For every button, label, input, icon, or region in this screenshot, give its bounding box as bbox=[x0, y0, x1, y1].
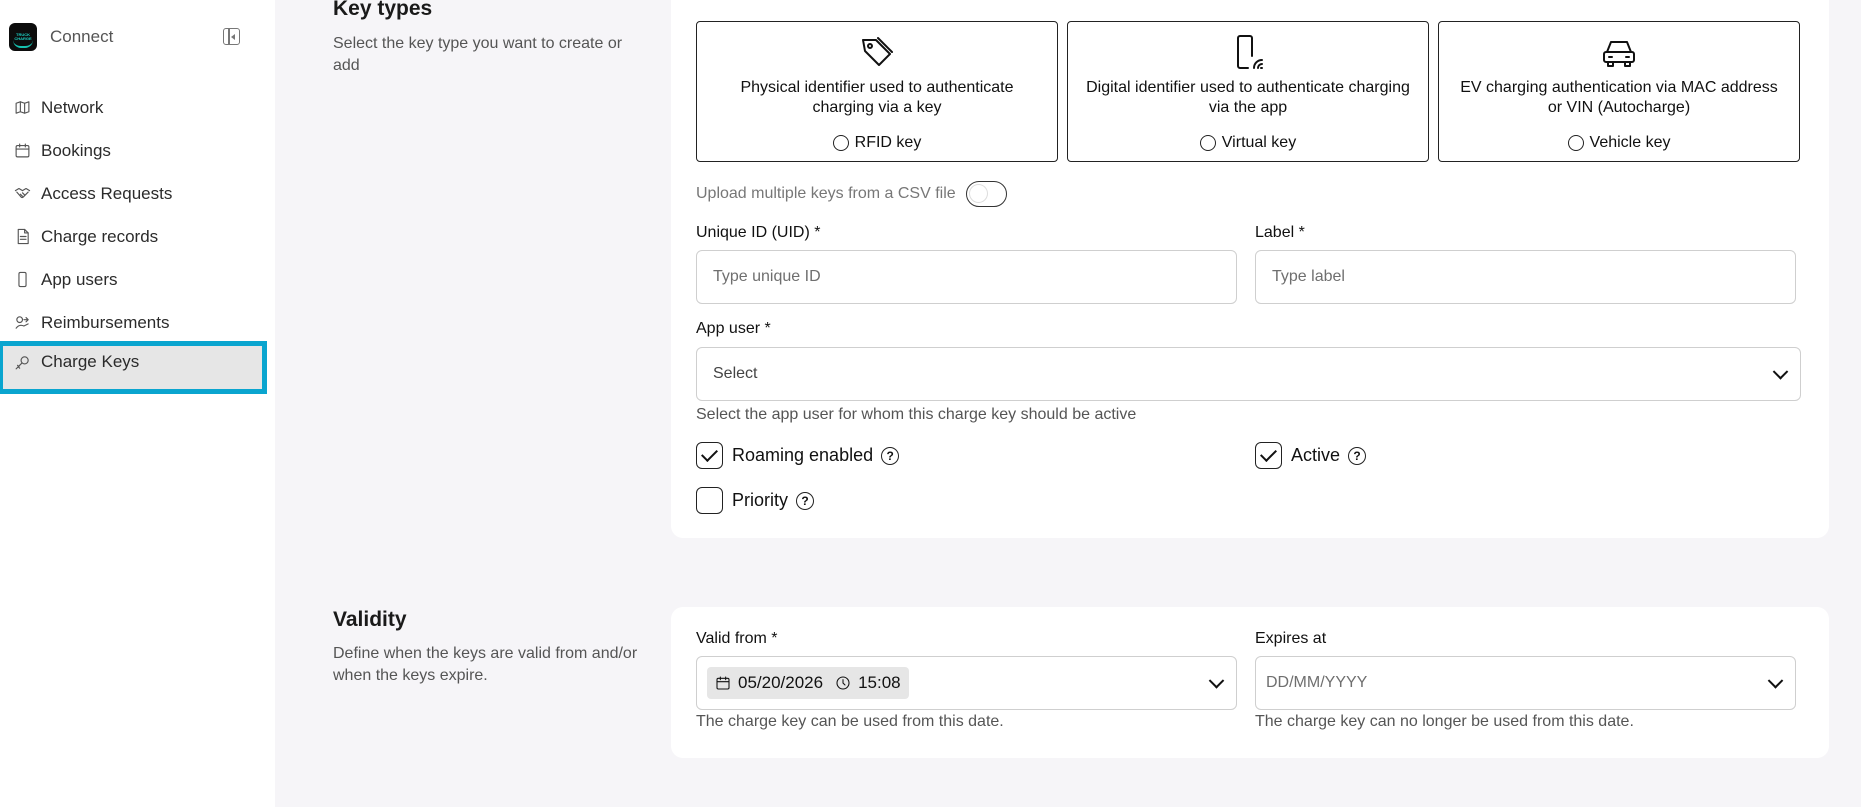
sidebar-nav: Network Bookings Access Requests Charge … bbox=[0, 86, 275, 394]
key-type-description: EV charging authentication via MAC addre… bbox=[1460, 79, 1778, 116]
priority-label: Priority bbox=[732, 490, 789, 510]
key-type-description: Physical identifier used to authenticate… bbox=[740, 79, 1014, 116]
chevron-down-icon bbox=[1772, 364, 1789, 380]
help-icon[interactable]: ? bbox=[1348, 446, 1367, 465]
calendar-icon bbox=[716, 676, 730, 690]
chevron-down-icon bbox=[1208, 673, 1225, 689]
priority-checkbox[interactable] bbox=[696, 487, 723, 514]
expires-picker[interactable]: DD/MM/YYYY bbox=[1255, 656, 1796, 710]
tag-icon bbox=[857, 32, 897, 72]
brand-name: Connect bbox=[50, 27, 114, 46]
roaming-checkbox-row[interactable]: Roaming enabled ? bbox=[696, 442, 900, 469]
app-user-value: Select bbox=[713, 365, 758, 382]
radio-circle[interactable] bbox=[832, 135, 849, 151]
sidebar-item-bookings[interactable]: Bookings bbox=[0, 129, 275, 172]
validity-title: Validity bbox=[333, 608, 407, 631]
key-types-title: Key types bbox=[333, 0, 433, 20]
sidebar-item-access-requests[interactable]: Access Requests bbox=[0, 172, 275, 215]
sidebar-item-app-users[interactable]: App users bbox=[0, 258, 275, 301]
reimburse-icon bbox=[14, 314, 31, 331]
uid-input[interactable]: Type unique ID bbox=[696, 250, 1237, 304]
roaming-label: Roaming enabled bbox=[732, 445, 874, 465]
sidebar-item-label: Charge Keys bbox=[41, 352, 140, 371]
expires-label: Expires at bbox=[1255, 630, 1327, 647]
validity-card: Valid from * 05/20/2026 15:08 The charge… bbox=[671, 607, 1829, 758]
radio-circle[interactable] bbox=[1567, 135, 1584, 151]
expires-helper: The charge key can no longer be used fro… bbox=[1255, 713, 1634, 730]
valid-from-helper: The charge key can be used from this dat… bbox=[696, 713, 1004, 730]
phone-wireless-icon bbox=[1228, 32, 1268, 72]
calendar-icon bbox=[14, 142, 31, 159]
roaming-checkbox[interactable] bbox=[696, 442, 723, 469]
sidebar-item-charge-keys[interactable]: Charge Keys bbox=[0, 341, 267, 394]
uid-label: Unique ID (UID) * bbox=[696, 224, 821, 241]
sidebar-item-network[interactable]: Network bbox=[0, 86, 275, 129]
valid-from-date: 05/20/2026 bbox=[738, 673, 824, 692]
key-type-vehicle[interactable]: EV charging authentication via MAC addre… bbox=[1438, 21, 1800, 162]
csv-upload-toggle[interactable] bbox=[965, 181, 1007, 207]
sidebar-item-reimbursements[interactable]: Reimbursements bbox=[0, 301, 275, 344]
clock-icon bbox=[836, 676, 850, 690]
sidebar-item-label: Access Requests bbox=[41, 183, 173, 203]
active-checkbox-row[interactable]: Active ? bbox=[1255, 442, 1367, 469]
label-label: Label * bbox=[1255, 224, 1305, 241]
sidebar-item-label: Charge records bbox=[41, 226, 159, 246]
valid-from-time: 15:08 bbox=[858, 673, 901, 692]
sidebar-item-label: App users bbox=[41, 269, 118, 289]
sidebar-item-label: Network bbox=[41, 97, 104, 117]
handshake-icon bbox=[14, 185, 31, 202]
map-icon bbox=[14, 99, 31, 116]
key-type-virtual[interactable]: Digital identifier used to authenticate … bbox=[1067, 21, 1429, 162]
sidebar: TRUCK CHARGE Connect Network Bookings Ac… bbox=[0, 0, 275, 807]
sidebar-item-label: Bookings bbox=[41, 140, 111, 160]
app-user-select[interactable]: Select bbox=[696, 347, 1801, 401]
csv-upload-label: Upload multiple keys from a CSV file bbox=[696, 185, 956, 202]
key-type-description: Digital identifier used to authenticate … bbox=[1086, 79, 1410, 116]
vehicle-key-radio[interactable]: Vehicle key bbox=[1439, 134, 1799, 152]
radio-circle[interactable] bbox=[1199, 135, 1216, 151]
csv-upload-row: Upload multiple keys from a CSV file bbox=[696, 181, 1007, 207]
valid-from-picker[interactable]: 05/20/2026 15:08 bbox=[696, 656, 1237, 710]
chevron-down-icon bbox=[1767, 673, 1784, 689]
help-icon[interactable]: ? bbox=[796, 491, 815, 510]
sidebar-item-charge-records[interactable]: Charge records bbox=[0, 215, 275, 258]
brand[interactable]: TRUCK CHARGE Connect bbox=[9, 23, 113, 51]
radio-label: Virtual key bbox=[1221, 134, 1297, 151]
rfid-key-radio[interactable]: RFID key bbox=[697, 134, 1057, 152]
valid-from-label: Valid from * bbox=[696, 630, 778, 647]
main-content: Key types Select the key type you want t… bbox=[275, 0, 1861, 807]
expires-placeholder: DD/MM/YYYY bbox=[1266, 674, 1368, 691]
collapse-sidebar-icon[interactable] bbox=[223, 28, 240, 45]
radio-label: RFID key bbox=[854, 134, 922, 151]
key-types-card: Physical identifier used to authenticate… bbox=[671, 0, 1829, 538]
app-user-helper: Select the app user for whom this charge… bbox=[696, 406, 1137, 423]
key-type-rfid[interactable]: Physical identifier used to authenticate… bbox=[696, 21, 1058, 162]
brand-logo: TRUCK CHARGE bbox=[9, 23, 37, 51]
uid-placeholder: Type unique ID bbox=[713, 268, 821, 285]
priority-checkbox-row[interactable]: Priority ? bbox=[696, 487, 815, 514]
virtual-key-radio[interactable]: Virtual key bbox=[1068, 134, 1428, 152]
document-icon bbox=[14, 228, 31, 245]
sidebar-item-label: Reimbursements bbox=[41, 312, 170, 332]
validity-description: Define when the keys are valid from and/… bbox=[333, 645, 638, 684]
car-icon bbox=[1599, 32, 1639, 72]
help-icon[interactable]: ? bbox=[881, 446, 900, 465]
phone-icon bbox=[14, 271, 31, 288]
valid-from-chip[interactable]: 05/20/2026 15:08 bbox=[707, 667, 909, 699]
active-checkbox[interactable] bbox=[1255, 442, 1282, 469]
key-icon bbox=[14, 354, 31, 371]
key-types-description: Select the key type you want to create o… bbox=[333, 35, 623, 74]
active-label: Active bbox=[1291, 445, 1341, 465]
label-input[interactable]: Type label bbox=[1255, 250, 1796, 304]
label-placeholder: Type label bbox=[1272, 268, 1345, 285]
app-user-label: App user * bbox=[696, 320, 771, 337]
radio-label: Vehicle key bbox=[1589, 134, 1671, 151]
